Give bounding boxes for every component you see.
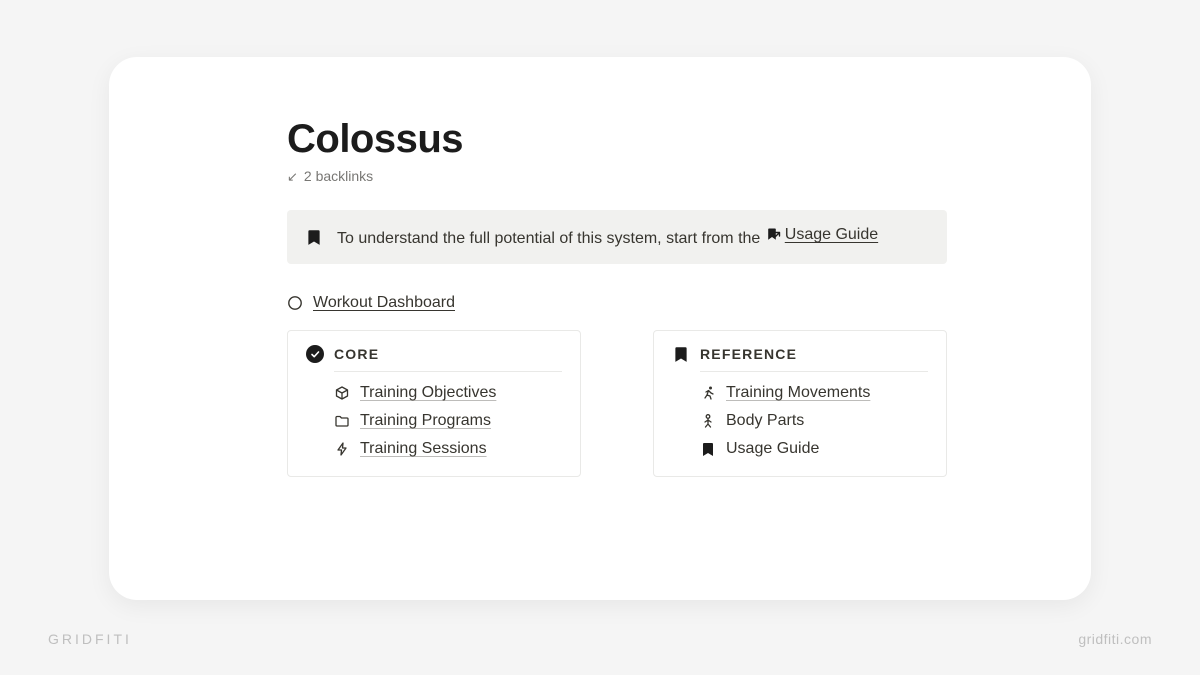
reference-heading-label: REFERENCE [700, 346, 797, 362]
link-training-movements[interactable]: Training Movements [700, 384, 928, 402]
watermark-left: GRIDFITI [48, 631, 132, 647]
bookmark-icon [672, 345, 690, 363]
link-label: Training Movements [726, 384, 870, 402]
page-title: Colossus [287, 117, 947, 162]
check-badge-icon [306, 345, 324, 363]
callout-text-body: To understand the full potential of this… [337, 230, 765, 247]
callout: To understand the full potential of this… [287, 210, 947, 264]
link-body-parts[interactable]: Body Parts [700, 412, 928, 430]
link-label: Training Programs [360, 412, 491, 430]
backlinks-row[interactable]: ↙ 2 backlinks [287, 168, 947, 184]
link-training-sessions[interactable]: Training Sessions [334, 440, 562, 458]
divider [334, 371, 562, 372]
link-label: Training Objectives [360, 384, 496, 402]
arrow-down-left-icon: ↙ [287, 170, 298, 183]
cube-icon [334, 385, 350, 401]
divider [700, 371, 928, 372]
watermark-right: gridfiti.com [1078, 631, 1152, 647]
runner-icon [700, 385, 716, 401]
reference-items: Training Movements Body Parts Usage Guide [700, 384, 928, 458]
core-heading-label: CORE [334, 346, 379, 362]
link-training-objectives[interactable]: Training Objectives [334, 384, 562, 402]
circle-icon [287, 295, 303, 311]
link-label: Training Sessions [360, 440, 487, 458]
reference-box: REFERENCE Training Movements Body Parts Us… [653, 330, 947, 477]
link-label: Usage Guide [726, 440, 819, 458]
folder-icon [334, 413, 350, 429]
person-icon [700, 413, 716, 429]
backlinks-label: 2 backlinks [304, 168, 373, 184]
link-label: Body Parts [726, 412, 804, 430]
link-usage-guide[interactable]: Usage Guide [700, 440, 928, 458]
bookmark-icon [305, 228, 323, 246]
page-content: Colossus ↙ 2 backlinks To understand the… [287, 117, 947, 477]
link-training-programs[interactable]: Training Programs [334, 412, 562, 430]
core-box: CORE Training Objectives Training Program… [287, 330, 581, 477]
page-card: Colossus ↙ 2 backlinks To understand the… [109, 57, 1091, 600]
workout-dashboard-label: Workout Dashboard [313, 294, 455, 312]
callout-link-label: Usage Guide [785, 226, 878, 244]
columns: CORE Training Objectives Training Program… [287, 330, 947, 477]
callout-text: To understand the full potential of this… [337, 226, 929, 248]
bolt-icon [334, 441, 350, 457]
workout-dashboard-link[interactable]: Workout Dashboard [287, 294, 947, 312]
core-heading-row[interactable]: CORE [306, 345, 562, 363]
core-items: Training Objectives Training Programs Trai… [334, 384, 562, 458]
bookmark-link-icon [765, 227, 781, 243]
callout-link[interactable]: Usage Guide [765, 226, 878, 244]
reference-heading-row[interactable]: REFERENCE [672, 345, 928, 363]
bookmark-solid-icon [700, 441, 716, 457]
